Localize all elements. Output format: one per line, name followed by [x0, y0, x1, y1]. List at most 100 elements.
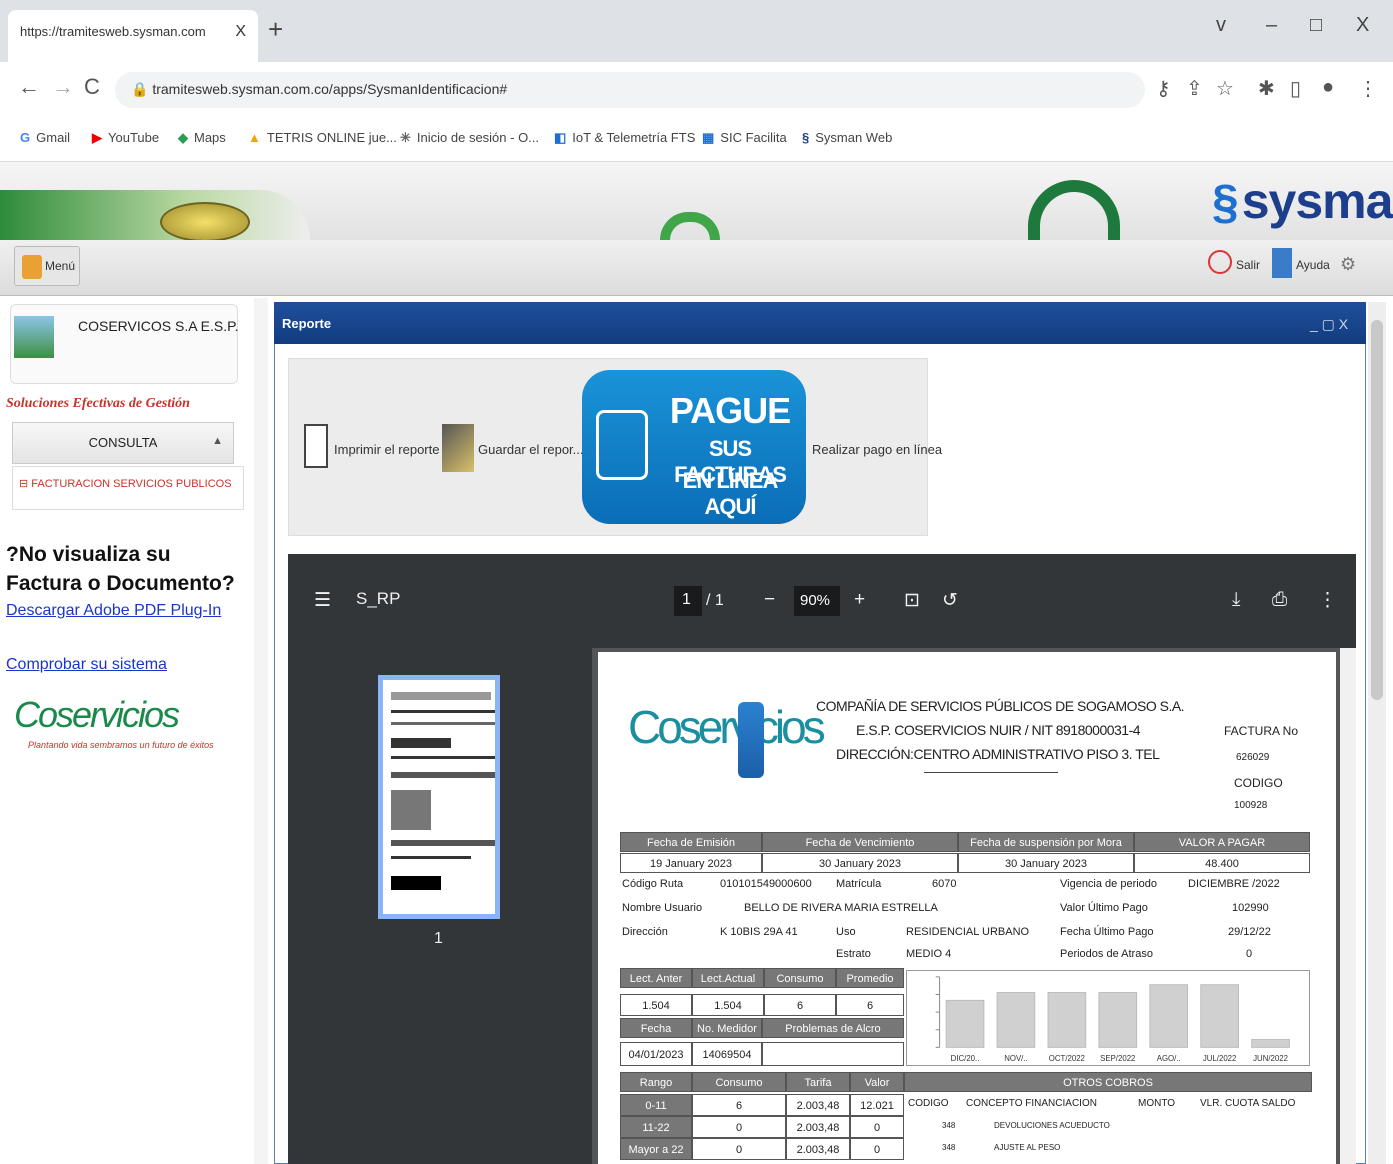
- chart-bar: [1047, 992, 1087, 1048]
- bookmark-inicio-sesion[interactable]: ✳ Inicio de sesión - O...: [400, 130, 539, 146]
- invoice-logo: Coservicios: [628, 701, 826, 753]
- zoom-in-icon[interactable]: +: [854, 589, 865, 611]
- share-icon[interactable]: ⇪: [1186, 76, 1203, 101]
- bookmark-iot[interactable]: ◧ IoT & Telemetría FTS: [554, 130, 695, 146]
- check-system-link[interactable]: Comprobar su sistema: [6, 656, 167, 674]
- lect-value-cell: 6: [764, 994, 836, 1016]
- rotate-icon[interactable]: ↺: [942, 589, 958, 612]
- close-window-button[interactable]: X: [1356, 14, 1369, 37]
- dialog-window-controls[interactable]: _ ▢ X: [1310, 316, 1348, 333]
- medidor-value-cell: 04/01/2023: [620, 1042, 692, 1066]
- vigencia-value: DICIEMBRE /2022: [1188, 878, 1280, 890]
- rango-cell: 6: [692, 1094, 786, 1116]
- consulta-header[interactable]: CONSULTA ▲: [12, 422, 234, 464]
- pay-online-button[interactable]: Realizar pago en línea: [812, 442, 942, 457]
- superservicios-stamp: [924, 772, 1058, 818]
- tagline: Soluciones Efectivas de Gestión: [6, 396, 190, 411]
- print-icon[interactable]: ⎙: [1272, 589, 1287, 611]
- extensions-icon[interactable]: ✱: [1258, 76, 1275, 101]
- codigo-ruta-value: 010101549000600: [720, 878, 812, 890]
- otros-header-cell: MONTO: [1138, 1098, 1176, 1109]
- reload-icon[interactable]: C: [84, 74, 100, 100]
- dialog-title: Reporte: [274, 302, 1366, 344]
- sidebar-scrollbar[interactable]: [254, 298, 268, 1164]
- lect-header-cell: Promedio: [836, 968, 904, 988]
- bookmark-maps[interactable]: ◆ Maps: [178, 130, 226, 146]
- pay-online-banner[interactable]: PAGUE SUS FACTURAS EN LÍNEA AQUÍ: [582, 370, 806, 524]
- zoom-out-icon[interactable]: −: [764, 589, 775, 611]
- bookmark-sysman[interactable]: § Sysman Web: [802, 130, 892, 145]
- otros-concept-cell: AJUSTE AL PESO: [994, 1143, 1061, 1152]
- tab-close-icon[interactable]: X: [235, 23, 246, 41]
- help-icon[interactable]: [1272, 248, 1292, 278]
- page-thumbnail[interactable]: [378, 675, 500, 919]
- company-logo: [14, 316, 54, 358]
- rango-header-cell: Valor: [850, 1072, 904, 1092]
- sidepanel-icon[interactable]: ▯: [1290, 76, 1301, 101]
- browser-tab[interactable]: https://tramitesweb.sysman.com X: [8, 10, 258, 62]
- tab-search-icon[interactable]: v: [1216, 14, 1226, 37]
- download-adobe-link[interactable]: Descargar Adobe PDF Plug-In: [6, 602, 221, 620]
- page-scrollbar-thumb[interactable]: [1371, 320, 1383, 700]
- coservicios-logo: Coservicios: [14, 694, 180, 735]
- new-tab-button[interactable]: +: [268, 14, 283, 45]
- star-icon[interactable]: ☆: [1216, 76, 1234, 101]
- medidor-header-cell: Fecha: [620, 1018, 692, 1038]
- bookmark-sic[interactable]: ▦ SIC Facilita: [702, 130, 787, 146]
- municipal-seal-logo: [160, 202, 250, 242]
- fecha-ultimo-value: 29/12/22: [1228, 926, 1271, 938]
- back-icon[interactable]: ←: [18, 74, 40, 100]
- rango-header-cell: Rango: [620, 1072, 692, 1092]
- minimize-button[interactable]: –: [1266, 14, 1277, 37]
- rango-cell: 2.003,48: [786, 1116, 850, 1138]
- forward-icon[interactable]: →: [52, 74, 74, 100]
- medidor-header-cell: No. Medidor: [692, 1018, 762, 1038]
- profile-icon[interactable]: ●: [1322, 76, 1334, 99]
- pdf-more-icon[interactable]: ⋮: [1318, 589, 1337, 612]
- exit-icon[interactable]: [1208, 250, 1232, 274]
- direccion-label: Dirección: [622, 926, 668, 938]
- save-report-button[interactable]: Guardar el repor...: [478, 442, 584, 457]
- banner-line-3: EN LÍNEA AQUÍ: [682, 468, 779, 519]
- url-input[interactable]: 🔒 tramitesweb.sysman.com.co/apps/SysmanI…: [115, 72, 1145, 108]
- pdf-scrollbar[interactable]: [1340, 648, 1356, 1164]
- pdf-page-input[interactable]: 1: [674, 586, 702, 616]
- banner-green-shape: [0, 190, 310, 240]
- help-label[interactable]: Ayuda: [1296, 258, 1330, 272]
- chart-bar: [1098, 992, 1138, 1048]
- save-icon[interactable]: [442, 424, 474, 472]
- maximize-button[interactable]: □: [1310, 14, 1322, 37]
- invoice-header-line-3: DIRECCIÓN:CENTRO ADMINISTRATIVO PISO 3. …: [836, 746, 1160, 762]
- exit-label[interactable]: Salir: [1236, 258, 1260, 272]
- menu-icon: [22, 255, 42, 279]
- bookmark-youtube[interactable]: ▶ YouTube: [92, 130, 159, 146]
- printer-icon[interactable]: [304, 424, 328, 468]
- dates-value-cell: 30 January 2023: [958, 853, 1134, 873]
- tree-toggle-icon[interactable]: ⊟: [19, 478, 31, 490]
- lock-icon: 🔒: [131, 81, 153, 97]
- zoom-input[interactable]: 90%: [794, 586, 840, 616]
- dates-header-cell: Fecha de suspensión por Mora: [958, 832, 1134, 852]
- invoice-header-line-1: COMPAÑÍA DE SERVICIOS PÚBLICOS DE SOGAMO…: [816, 698, 1185, 714]
- sysman-logo: §sysman: [1212, 173, 1393, 229]
- pdf-menu-icon[interactable]: ☰: [314, 589, 331, 612]
- otros-header-cell: CONCEPTO FINANCIACION: [966, 1098, 1097, 1109]
- codigo-label: CODIGO: [1234, 776, 1283, 790]
- rango-cell: 0-11: [620, 1094, 692, 1116]
- menu-button[interactable]: Menú: [14, 246, 80, 286]
- fit-page-icon[interactable]: ⊡: [904, 589, 920, 612]
- menu-dots-icon[interactable]: ⋮: [1358, 76, 1378, 101]
- consumption-chart: DIC/20.. NOV/.. OCT/2022 SEP/2022 AGO/.. JUL/…: [906, 970, 1310, 1066]
- thumbnail-page-number: 1: [434, 930, 443, 947]
- collapse-arrow-icon[interactable]: ▲: [212, 435, 223, 447]
- rango-header-cell: Tarifa: [786, 1072, 850, 1092]
- sidebar-item-facturacion[interactable]: ⊟ FACTURACION SERVICIOS PUBLICOS: [12, 466, 244, 510]
- periodos-value: 0: [1246, 948, 1253, 960]
- download-icon[interactable]: ⤓: [1232, 589, 1240, 611]
- rango-cell: 0: [692, 1116, 786, 1138]
- bookmark-tetris[interactable]: ▲ TETRIS ONLINE jue...: [248, 130, 397, 145]
- bookmark-gmail[interactable]: G Gmail: [20, 130, 70, 145]
- print-report-button[interactable]: Imprimir el reporte: [334, 442, 439, 457]
- key-icon[interactable]: ⚷: [1156, 76, 1171, 101]
- settings-icon[interactable]: ⚙: [1340, 254, 1356, 275]
